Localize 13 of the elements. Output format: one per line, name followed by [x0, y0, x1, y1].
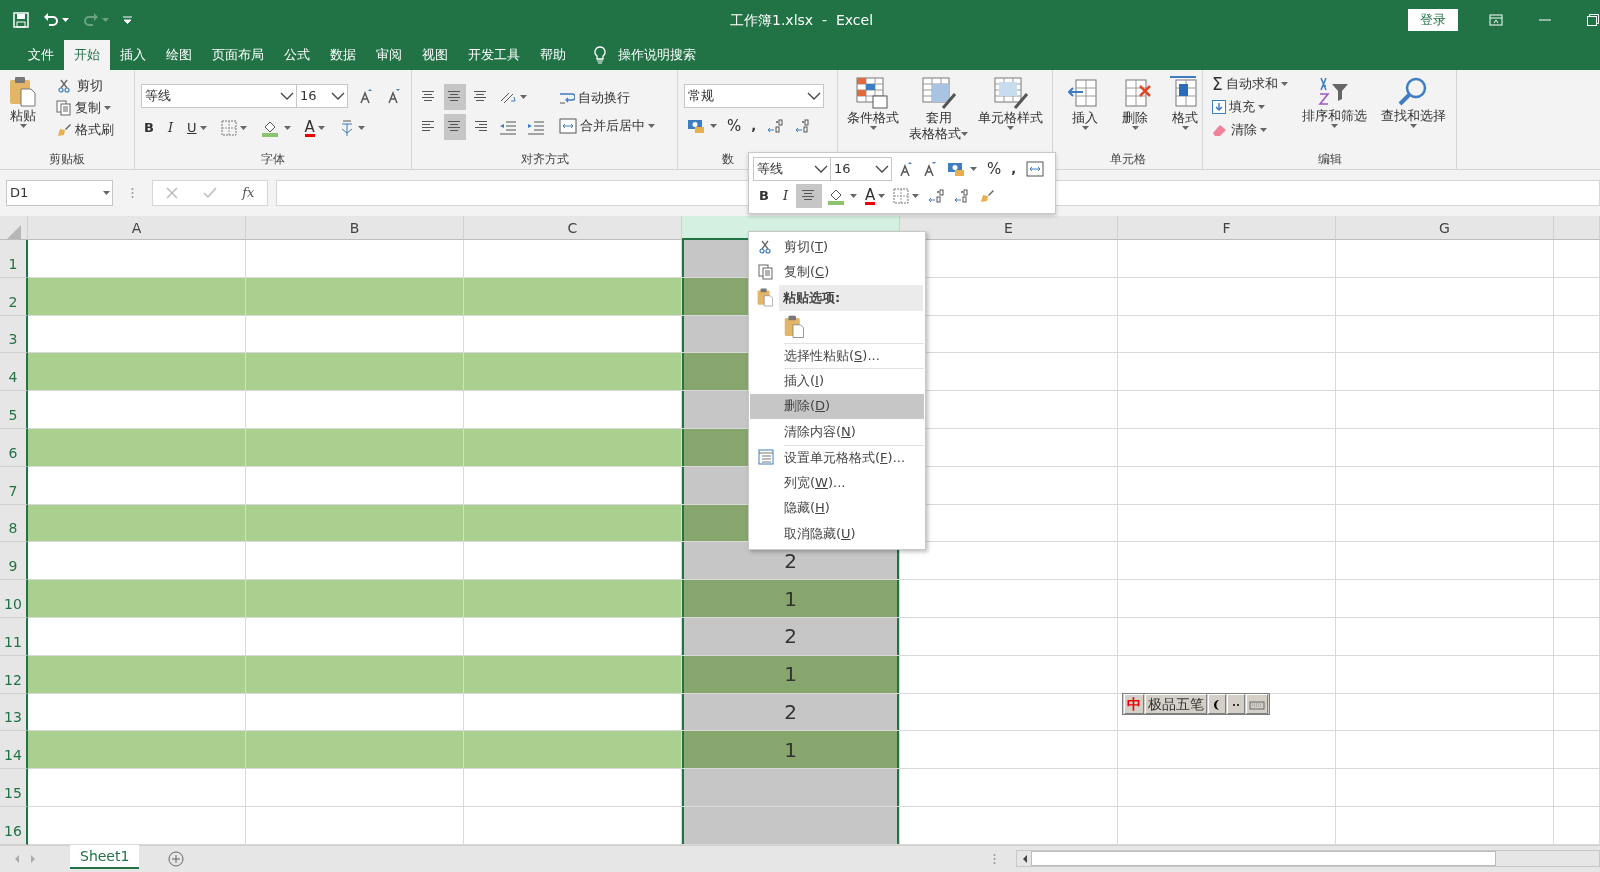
group-label: 编辑	[1317, 152, 1342, 166]
menu-section-label: 粘贴选项:	[783, 289, 841, 307]
table-cell: 1	[682, 731, 900, 770]
table-cell: 1	[682, 655, 900, 694]
window-title: 工作簿1.xlsx - Excel	[730, 11, 874, 28]
group-label: 数	[722, 152, 734, 166]
table-cell: 2	[682, 693, 900, 732]
group-label: 字体	[261, 152, 285, 166]
group-label: 对齐方式	[520, 152, 569, 166]
table-cell: 1	[682, 580, 900, 618]
table-cell: 2	[682, 617, 900, 656]
group-label: 单元格	[1109, 152, 1146, 166]
group-label: 剪贴板	[49, 152, 85, 166]
